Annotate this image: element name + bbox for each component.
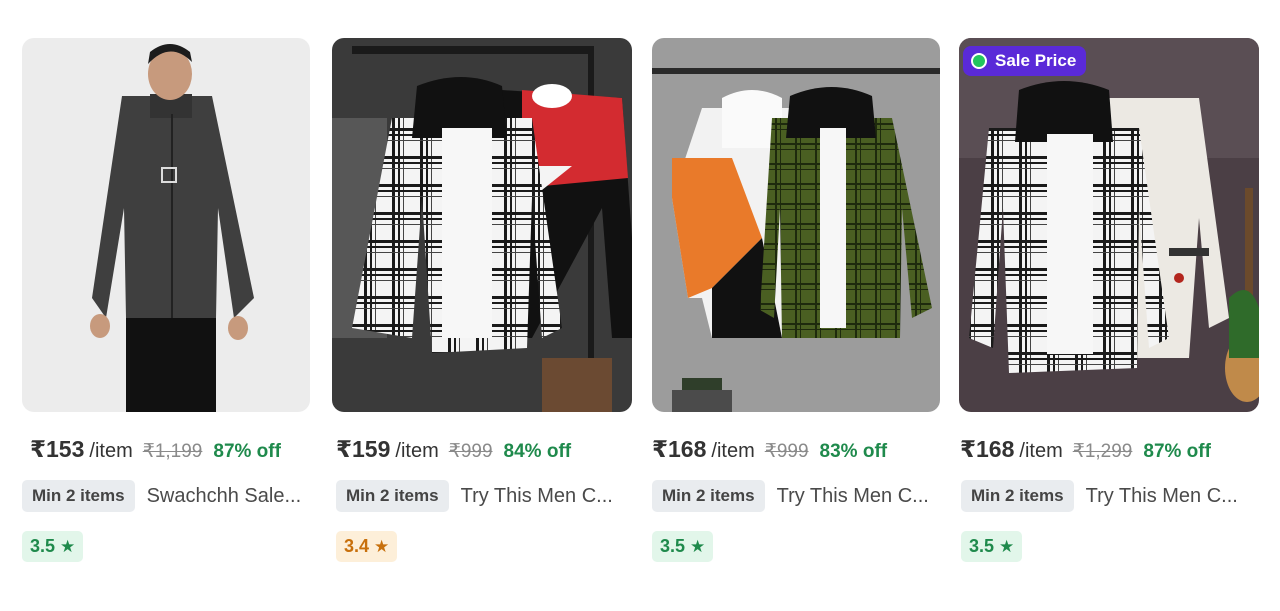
- star-icon: ★: [374, 536, 390, 556]
- meta-row: Min 2 items Swachchh Sale...: [22, 480, 305, 512]
- meta-row: Min 2 items Try This Men C...: [336, 480, 619, 512]
- rating-value: 3.4: [344, 536, 370, 556]
- rating-badge: 3.5 ★: [22, 531, 84, 562]
- meta-row: Min 2 items Try This Men C...: [961, 480, 1244, 512]
- original-price: ₹1,299: [1072, 441, 1133, 462]
- rating-value: 3.5: [969, 536, 995, 556]
- price: ₹153: [30, 436, 85, 462]
- star-icon: ★: [690, 536, 706, 556]
- discount: 84% off: [503, 441, 572, 462]
- product-image[interactable]: [652, 38, 940, 412]
- rating-badge: 3.5 ★: [961, 531, 1023, 562]
- price-row: ₹168 /item ₹999 83% off: [652, 436, 887, 463]
- price-unit: /item: [89, 440, 133, 462]
- min-items-badge: Min 2 items: [22, 480, 135, 512]
- original-price: ₹1,199: [142, 441, 203, 462]
- discount: 87% off: [1143, 441, 1211, 462]
- product-title[interactable]: Try This Men C...: [461, 485, 619, 508]
- product-image[interactable]: Sale Price: [959, 38, 1259, 412]
- rating-value: 3.5: [30, 536, 56, 556]
- product-title[interactable]: Try This Men C...: [1086, 485, 1244, 508]
- product-card[interactable]: ₹159 /item ₹999 84% off Min 2 items Try …: [332, 38, 632, 562]
- price-row: ₹168 /item ₹1,299 87% off: [960, 436, 1211, 463]
- original-price: ₹999: [764, 441, 809, 462]
- product-title[interactable]: Swachchh Sale...: [147, 485, 305, 508]
- sale-price-label: Sale Price: [995, 51, 1077, 70]
- rating-badge: 3.4 ★: [336, 531, 398, 562]
- product-title[interactable]: Try This Men C...: [777, 485, 935, 508]
- price-unit: /item: [711, 440, 755, 462]
- product-card[interactable]: Sale Price ₹168 /item ₹1,299 87% off Min…: [959, 38, 1259, 562]
- price-row: ₹153 /item ₹1,199 87% off: [30, 436, 281, 463]
- rating-badge: 3.5 ★: [652, 531, 714, 562]
- price: ₹168: [960, 436, 1015, 462]
- star-icon: ★: [60, 536, 76, 556]
- min-items-badge: Min 2 items: [961, 480, 1074, 512]
- min-items-badge: Min 2 items: [652, 480, 765, 512]
- discount: 83% off: [819, 441, 888, 462]
- price: ₹168: [652, 436, 707, 462]
- min-items-badge: Min 2 items: [336, 480, 449, 512]
- product-card[interactable]: ₹153 /item ₹1,199 87% off Min 2 items Sw…: [22, 38, 310, 562]
- product-card[interactable]: ₹168 /item ₹999 83% off Min 2 items Try …: [652, 38, 940, 562]
- meta-row: Min 2 items Try This Men C...: [652, 480, 935, 512]
- rating-value: 3.5: [660, 536, 686, 556]
- price-unit: /item: [395, 440, 439, 462]
- product-image[interactable]: [332, 38, 632, 412]
- product-image[interactable]: [22, 38, 310, 412]
- sale-price-badge: Sale Price: [963, 46, 1087, 76]
- green-dot-icon: [971, 53, 987, 69]
- star-icon: ★: [999, 536, 1015, 556]
- price-unit: /item: [1019, 440, 1063, 462]
- price-row: ₹159 /item ₹999 84% off: [336, 436, 571, 463]
- discount: 87% off: [213, 441, 281, 462]
- price: ₹159: [336, 436, 391, 462]
- original-price: ₹999: [448, 441, 493, 462]
